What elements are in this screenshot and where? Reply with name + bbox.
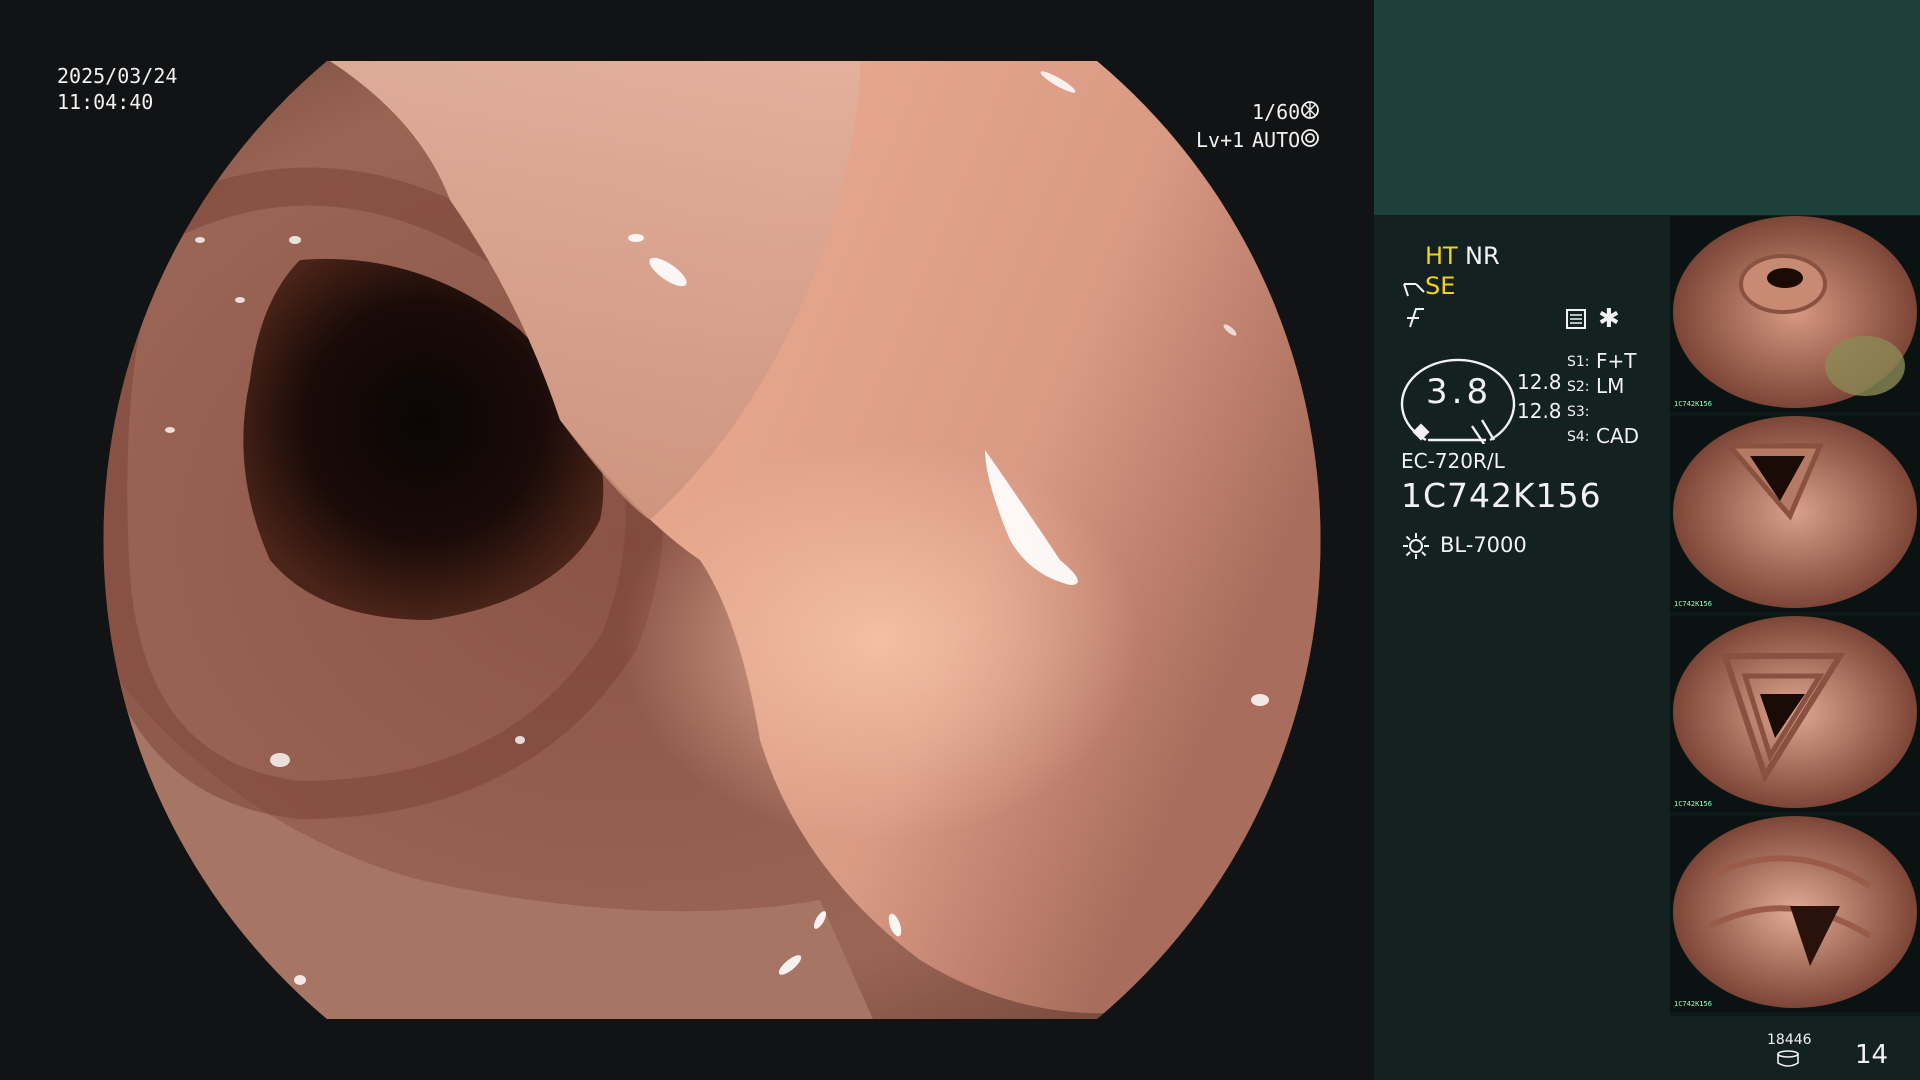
thumbnail-caption: 1C742K156 [1674,600,1712,608]
endoscope-main-view: 2025/03/24 11:04:40 1/60 Lv+1 AUTO [0,0,1374,1080]
nr-mode: NR [1465,242,1500,270]
shutter-icon [1300,100,1320,126]
exposure-icon [1300,128,1320,154]
light-source-icon [1402,532,1430,564]
structure-enhance-icon [1402,276,1426,304]
image-count: 14 [1855,1040,1889,1070]
value-b: 12.8 [1517,399,1562,423]
s4-value: CAD [1596,424,1640,448]
exam-date: 2025/03/24 [57,64,178,88]
thumbnail-3[interactable]: 1C742K156 [1670,616,1920,812]
s2-key: S2: [1567,379,1590,395]
shutter-speed: 1/60 [1252,100,1301,124]
thumbnail-1[interactable]: 1C742K156 [1670,216,1920,412]
brightness-level: Lv+1 [1196,128,1245,152]
side-panel-header [1374,0,1920,215]
thumbnail-caption: 1C742K156 [1674,400,1712,408]
thumbnail-2[interactable]: 1C742K156 [1670,416,1920,612]
endoscope-image [103,61,1321,1019]
exam-time: 11:04:40 [57,90,154,114]
value-a: 12.8 [1517,370,1562,394]
thumbnail-caption: 1C742K156 [1674,1000,1712,1008]
scope-model: EC-720R/L [1401,449,1505,473]
exposure-mode: AUTO [1252,128,1301,152]
asterisk-icon: ✱ [1598,304,1620,334]
storage-icon [1776,1050,1800,1072]
s2-value: LM [1596,374,1625,398]
thumbnail-caption: 1C742K156 [1674,800,1712,808]
ht-mode: HT [1425,242,1458,270]
s3-key: S3: [1567,404,1590,420]
se-mode: SE [1425,272,1456,300]
scope-serial: 1C742K156 [1401,476,1602,515]
freeze-icon [1402,305,1426,333]
s1-key: S1: [1567,354,1590,370]
s1-value: F+T [1596,349,1637,373]
thumbnail-4[interactable]: 1C742K156 [1670,816,1920,1012]
s4-key: S4: [1567,429,1590,445]
storage-count: 18446 [1767,1032,1812,1048]
thumbnail-strip: 1C742K156 1C742K156 1C742K156 1C742K156 [1670,216,1920,1016]
gauge-value: 3.8 [1426,372,1493,412]
light-source: BL-7000 [1440,533,1527,557]
menu-icon [1565,308,1587,334]
